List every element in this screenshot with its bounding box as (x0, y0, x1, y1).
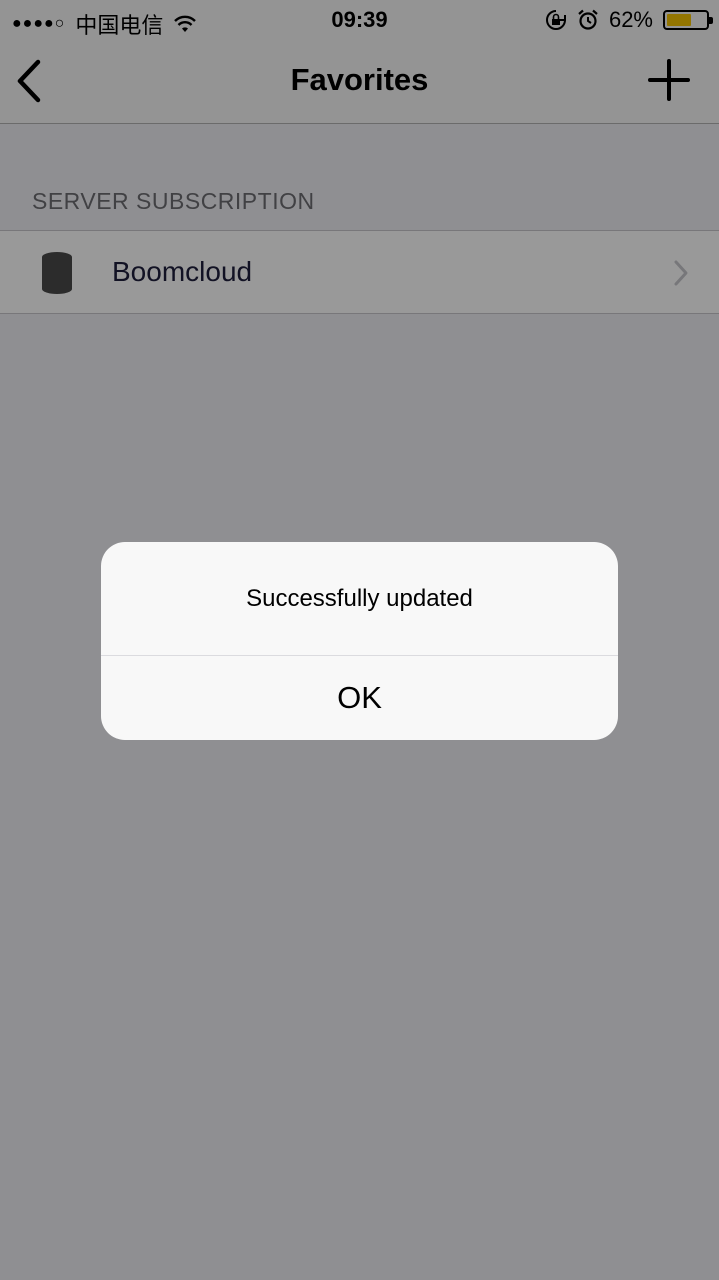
alert-message: Successfully updated (246, 584, 473, 612)
ok-button[interactable]: OK (101, 656, 618, 740)
alert-dialog: Successfully updated OK (101, 542, 618, 740)
